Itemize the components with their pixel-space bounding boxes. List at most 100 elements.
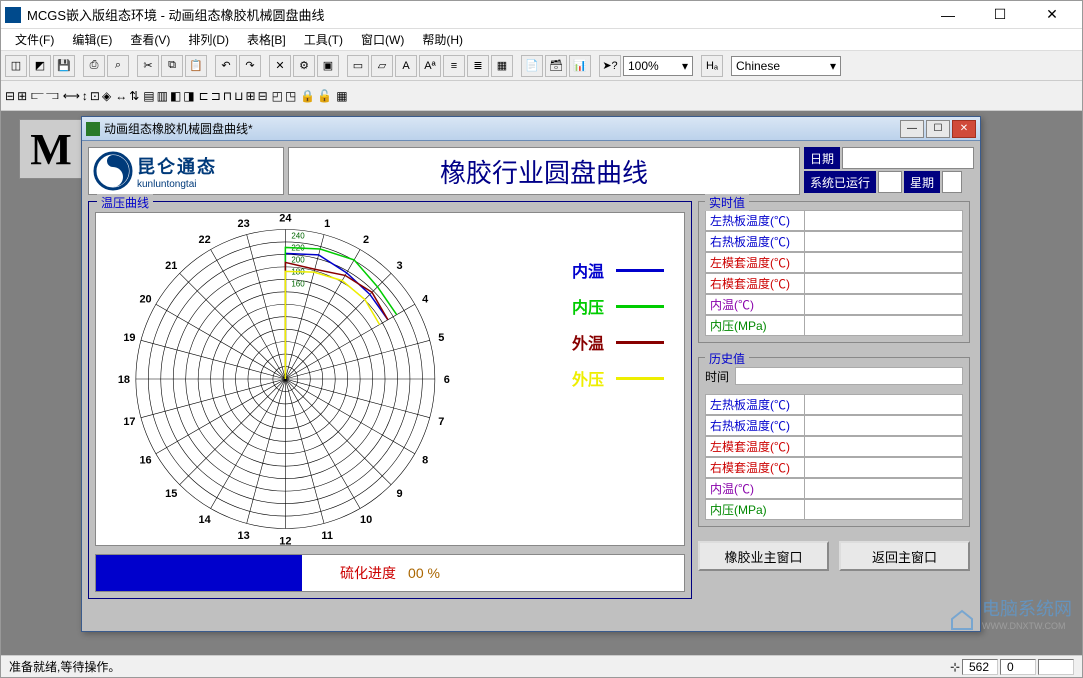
realtime-value[interactable] <box>805 210 963 231</box>
legend-item: 内压 <box>572 294 664 318</box>
realtime-value[interactable] <box>805 252 963 273</box>
menu-arrange[interactable]: 排列(D) <box>180 29 237 50</box>
al-11-icon[interactable]: ▤ <box>143 89 154 103</box>
tb-lang-icon[interactable]: Hₐ <box>701 55 723 77</box>
al-2-icon[interactable]: ⊞ <box>17 89 27 103</box>
menu-file[interactable]: 文件(F) <box>7 29 62 50</box>
tb-shape1-icon[interactable]: ▭ <box>347 55 369 77</box>
svg-text:19: 19 <box>123 332 135 344</box>
svg-text:240: 240 <box>291 231 305 240</box>
al-lock-icon[interactable]: 🔒 <box>300 89 315 103</box>
history-label: 左热板温度(℃) <box>705 394 805 415</box>
tb-grid-icon[interactable]: ▦ <box>491 55 513 77</box>
house-icon <box>948 607 976 631</box>
runtime-label: 系统已运行 <box>804 171 876 193</box>
language-combo[interactable]: Chinese▾ <box>731 56 841 76</box>
al-grid2-icon[interactable]: ▦ <box>336 89 347 103</box>
al-3-icon[interactable]: ⫍ <box>31 88 44 103</box>
realtime-value[interactable] <box>805 273 963 294</box>
realtime-value[interactable] <box>805 294 963 315</box>
al-20-icon[interactable]: ⊟ <box>258 89 268 103</box>
history-value[interactable] <box>805 457 963 478</box>
legend-item: 外温 <box>572 330 664 354</box>
side-column: 实时值 左热板温度(℃)右热板温度(℃)左模套温度(℃)右模套温度(℃)内温(℃… <box>698 201 970 571</box>
child-maximize-button[interactable]: ☐ <box>926 120 950 138</box>
menu-edit[interactable]: 编辑(E) <box>64 29 120 50</box>
tb-db-icon[interactable]: 🗃 <box>545 55 567 77</box>
time-value[interactable] <box>735 367 963 385</box>
al-5-icon[interactable]: ⟷ <box>63 89 80 103</box>
tb-doc-icon[interactable]: 📄 <box>521 55 543 77</box>
history-value[interactable] <box>805 415 963 436</box>
tb-text-icon[interactable]: A <box>395 55 417 77</box>
al-7-icon[interactable]: ⊡ <box>90 89 100 103</box>
history-value[interactable] <box>805 394 963 415</box>
al-13-icon[interactable]: ◧ <box>170 89 181 103</box>
child-minimize-button[interactable]: — <box>900 120 924 138</box>
tb-copy-icon[interactable]: ⧉ <box>161 55 183 77</box>
al-17-icon[interactable]: ⊓ <box>223 89 232 103</box>
realtime-value[interactable] <box>805 315 963 336</box>
al-19-icon[interactable]: ⊞ <box>246 89 256 103</box>
al-21-icon[interactable]: ◰ <box>272 89 283 103</box>
al-22-icon[interactable]: ◳ <box>285 89 296 103</box>
time-label: 时间 <box>705 368 729 385</box>
tb-redo-icon[interactable]: ↷ <box>239 55 261 77</box>
tb-new-icon[interactable]: ◫ <box>5 55 27 77</box>
workspace[interactable]: M 动画组态橡胶机械圆盘曲线* — ☐ ✕ 昆仑通态 <box>1 111 1082 655</box>
tb-tool2-icon[interactable]: ⚙ <box>293 55 315 77</box>
tb-tool3-icon[interactable]: ▣ <box>317 55 339 77</box>
menu-tools[interactable]: 工具(T) <box>296 29 351 50</box>
zoom-combo[interactable]: 100%▾ <box>623 56 693 76</box>
child-titlebar[interactable]: 动画组态橡胶机械圆盘曲线* — ☐ ✕ <box>82 117 980 141</box>
al-4-icon[interactable]: ⫎ <box>46 88 59 103</box>
tb-open-icon[interactable]: ◩ <box>29 55 51 77</box>
al-12-icon[interactable]: ▥ <box>157 89 168 103</box>
tb-paste-icon[interactable]: 📋 <box>185 55 207 77</box>
al-18-icon[interactable]: ⊔ <box>234 89 243 103</box>
minimize-button[interactable]: — <box>930 5 966 25</box>
al-10-icon[interactable]: ⇅ <box>129 89 139 103</box>
tb-print-icon[interactable]: ⎙ <box>83 55 105 77</box>
tb-pointer-icon[interactable]: ➤? <box>599 55 621 77</box>
menu-view[interactable]: 查看(V) <box>122 29 178 50</box>
tb-align2-icon[interactable]: ≣ <box>467 55 489 77</box>
realtime-value[interactable] <box>805 231 963 252</box>
tb-align1-icon[interactable]: ≡ <box>443 55 465 77</box>
menu-help[interactable]: 帮助(H) <box>414 29 471 50</box>
al-6-icon[interactable]: ↕ <box>82 89 88 103</box>
background-window-icon[interactable]: M <box>19 119 83 179</box>
menu-window[interactable]: 窗口(W) <box>353 29 412 50</box>
child-close-button[interactable]: ✕ <box>952 120 976 138</box>
maximize-button[interactable]: ☐ <box>982 5 1018 25</box>
close-button[interactable]: ✕ <box>1034 5 1070 25</box>
svg-text:7: 7 <box>438 416 444 428</box>
tb-font-icon[interactable]: Aª <box>419 55 441 77</box>
al-15-icon[interactable]: ⊏ <box>199 89 209 103</box>
tb-shape2-icon[interactable]: ▱ <box>371 55 393 77</box>
al-16-icon[interactable]: ⊐ <box>211 89 221 103</box>
tb-undo-icon[interactable]: ↶ <box>215 55 237 77</box>
realtime-row: 左热板温度(℃) <box>705 210 963 231</box>
history-value[interactable] <box>805 478 963 499</box>
tb-preview-icon[interactable]: ⌕ <box>107 55 129 77</box>
al-14-icon[interactable]: ◨ <box>183 89 194 103</box>
main-window: MCGS嵌入版组态环境 - 动画组态橡胶机械圆盘曲线 — ☐ ✕ 文件(F) 编… <box>0 0 1083 678</box>
tb-chart-icon[interactable]: 📊 <box>569 55 591 77</box>
history-value[interactable] <box>805 436 963 457</box>
date-value <box>842 147 974 169</box>
history-value[interactable] <box>805 499 963 520</box>
back-main-button[interactable]: 返回主窗口 <box>839 541 970 571</box>
main-titlebar[interactable]: MCGS嵌入版组态环境 - 动画组态橡胶机械圆盘曲线 — ☐ ✕ <box>1 1 1082 29</box>
al-1-icon[interactable]: ⊟ <box>5 89 15 103</box>
tb-cut-icon[interactable]: ✂ <box>137 55 159 77</box>
al-8-icon[interactable]: ◈ <box>102 89 111 103</box>
al-unlock-icon[interactable]: 🔓 <box>317 89 332 103</box>
tb-save-icon[interactable]: 💾 <box>53 55 75 77</box>
tb-tool1-icon[interactable]: ✕ <box>269 55 291 77</box>
rubber-main-button[interactable]: 橡胶业主窗口 <box>698 541 829 571</box>
svg-text:22: 22 <box>199 234 211 246</box>
menu-table[interactable]: 表格[B] <box>239 29 294 50</box>
polar-chart[interactable]: 1234567891011121314151617181920212223241… <box>95 212 685 546</box>
al-9-icon[interactable]: ↔ <box>115 89 127 103</box>
